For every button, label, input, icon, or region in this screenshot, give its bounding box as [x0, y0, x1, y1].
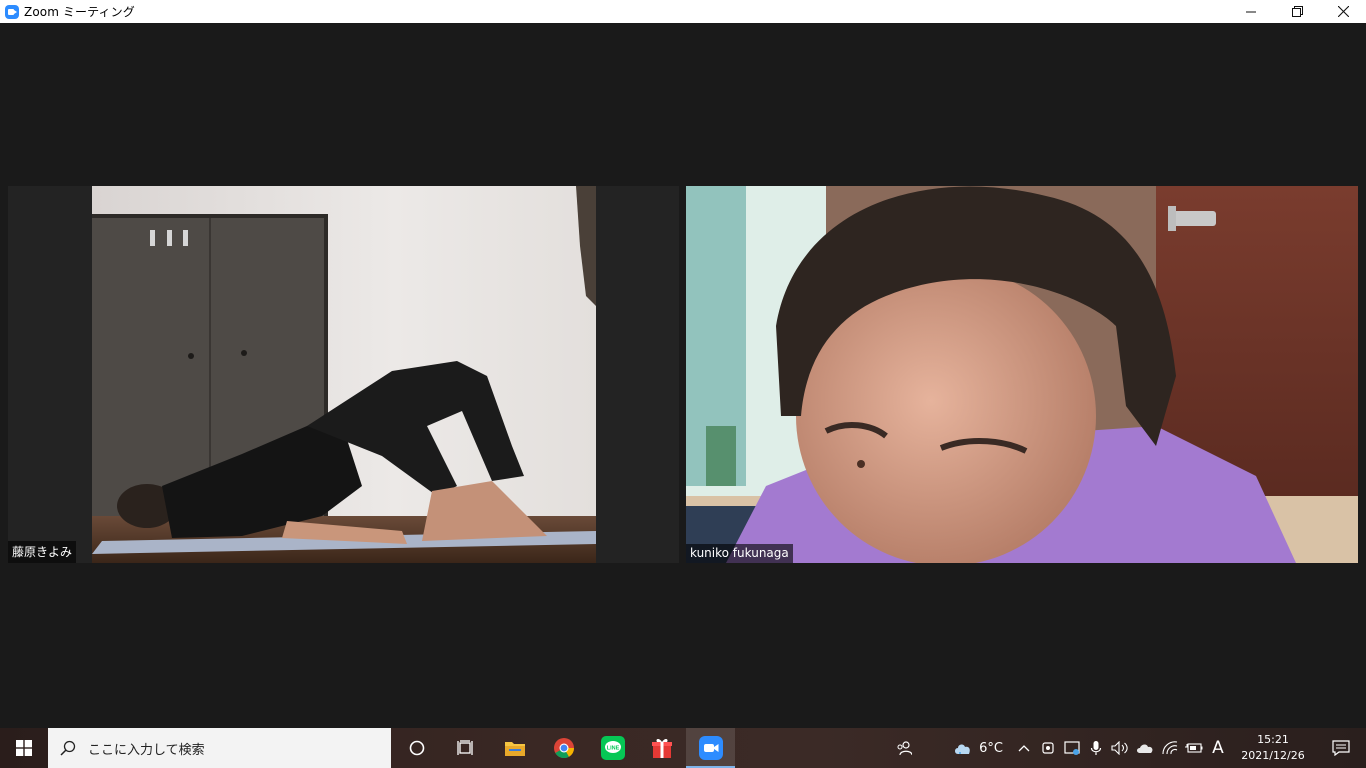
microphone-button[interactable] — [1084, 728, 1108, 768]
start-button[interactable] — [0, 728, 48, 768]
wifi-icon — [1162, 741, 1178, 755]
battery-charging-icon — [1185, 743, 1203, 753]
window-controls — [1228, 0, 1366, 23]
people-button[interactable] — [888, 728, 920, 768]
windows-taskbar: ここに入力して検索 LINE 6°C A 15:21 2021/12/26 — [0, 728, 1366, 768]
participant-video-tile[interactable]: 藤原きよみ — [8, 186, 679, 563]
show-hidden-icons-button[interactable] — [1012, 728, 1036, 768]
title-bar: Zoom ミーティング — [0, 0, 1366, 23]
close-icon — [1337, 6, 1349, 17]
zoom-app-icon — [5, 4, 19, 19]
svg-text:LINE: LINE — [606, 746, 619, 752]
chrome-icon — [553, 738, 574, 759]
battery-button[interactable] — [1182, 728, 1206, 768]
windows-logo-icon — [16, 740, 32, 756]
cortana-button[interactable] — [392, 728, 441, 768]
window-title: Zoom ミーティング — [24, 5, 135, 19]
clock-time: 15:21 — [1257, 733, 1289, 746]
onedrive-button[interactable] — [1132, 728, 1158, 768]
task-view-icon — [456, 740, 473, 755]
weather-widget[interactable]: 6°C — [944, 728, 1012, 768]
windows-update-icon — [1064, 741, 1080, 755]
zoom-icon — [698, 736, 723, 760]
system-tray: 6°C A 15:21 2021/12/26 — [888, 728, 1366, 768]
network-button[interactable] — [1158, 728, 1182, 768]
microphone-icon — [1090, 741, 1102, 755]
cloud-weather-icon — [955, 744, 970, 754]
participant-video-feed — [92, 186, 596, 563]
gift-icon — [651, 738, 672, 758]
minimize-button[interactable] — [1228, 0, 1274, 23]
participant-name-label: 藤原きよみ — [8, 541, 77, 563]
speaker-icon — [1111, 741, 1128, 755]
onedrive-cloud-icon — [1137, 743, 1153, 753]
line-button[interactable]: LINE — [588, 728, 637, 768]
file-explorer-icon — [504, 742, 525, 756]
weather-temperature: 6°C — [979, 740, 1003, 756]
restore-icon — [1291, 6, 1303, 17]
file-explorer-button[interactable] — [490, 728, 539, 768]
tray-webcam[interactable] — [1036, 728, 1060, 768]
zoom-taskbar-button[interactable] — [686, 728, 735, 768]
people-icon — [897, 741, 912, 756]
taskbar-search-box[interactable]: ここに入力して検索 — [48, 728, 391, 768]
chrome-button[interactable] — [539, 728, 588, 768]
task-view-button[interactable] — [441, 728, 490, 768]
tray-notifications-app[interactable] — [1060, 728, 1084, 768]
webcam-icon — [1042, 742, 1054, 754]
gift-button[interactable] — [637, 728, 686, 768]
restore-button[interactable] — [1274, 0, 1320, 23]
video-frame-yoga — [92, 186, 596, 563]
action-center-button[interactable] — [1316, 728, 1366, 768]
ime-mode-indicator[interactable]: A — [1206, 728, 1230, 768]
video-gallery: 藤原きよみ kuniko fukunaga — [0, 23, 1366, 728]
line-icon: LINE — [600, 736, 625, 760]
taskbar-clock[interactable]: 15:21 2021/12/26 — [1230, 728, 1316, 768]
chevron-up-icon — [1018, 745, 1030, 752]
participant-video-feed — [686, 186, 1358, 563]
notification-icon — [1332, 740, 1350, 756]
close-button[interactable] — [1320, 0, 1366, 23]
search-placeholder: ここに入力して検索 — [88, 742, 205, 758]
participant-video-tile[interactable]: kuniko fukunaga — [686, 186, 1358, 563]
video-frame-face — [686, 186, 1358, 563]
participant-name-label: kuniko fukunaga — [686, 544, 793, 563]
search-icon — [60, 740, 76, 756]
clock-date: 2021/12/26 — [1241, 749, 1305, 762]
volume-button[interactable] — [1108, 728, 1132, 768]
ime-mode-label: A — [1212, 738, 1224, 758]
cortana-icon — [409, 740, 424, 756]
minimize-icon — [1246, 11, 1256, 12]
